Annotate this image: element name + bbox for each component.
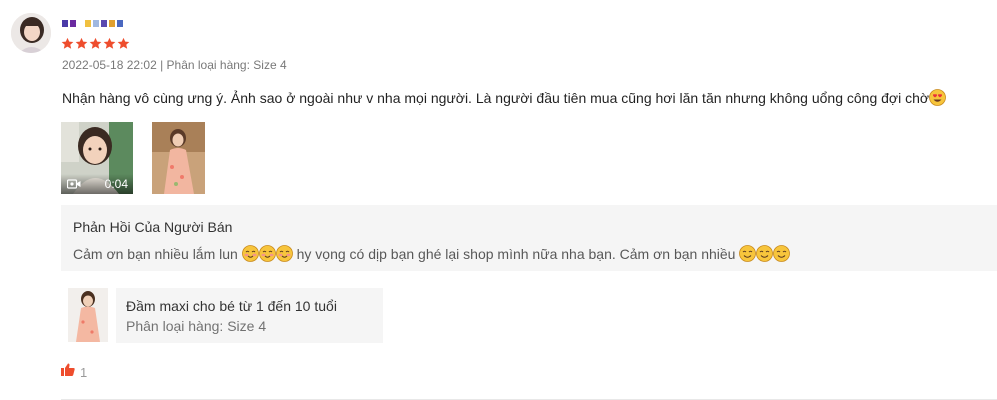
username-block (93, 20, 99, 27)
heart-eyes-emoji-icon (929, 89, 946, 110)
slight-smile-emoji-icon (739, 245, 757, 265)
product-thumbnail[interactable] (68, 288, 108, 342)
username-block (101, 20, 107, 27)
rating-stars (61, 37, 130, 50)
star-icon (61, 37, 74, 50)
star-icon (89, 37, 102, 50)
seller-reply-text-part2: hy vọng có dịp bạn ghé lại shop mình nữa… (296, 246, 736, 262)
username-block (62, 20, 68, 27)
like-button[interactable]: 1 (61, 363, 87, 381)
slight-smile-emoji-icon (773, 245, 791, 265)
smiling-face-emoji-icon (258, 245, 276, 265)
seller-reply-text: Cảm ơn bạn nhiều lắm lun hy vọng có dịp … (73, 245, 791, 265)
seller-reply-text-part1: Cảm ơn bạn nhiều lắm lun (73, 246, 238, 262)
smiling-face-emoji-icon (275, 245, 293, 265)
review-photo-thumbnail[interactable] (152, 122, 205, 194)
username-block (70, 20, 76, 27)
username-gap (78, 20, 83, 27)
smiling-face-emoji-icon (241, 245, 259, 265)
review-text: Nhận hàng vô cùng ưng ý. Ảnh sao ở ngoài… (62, 90, 930, 106)
star-icon (117, 37, 130, 50)
reviewer-username[interactable] (62, 20, 125, 28)
review-timestamp-variation: 2022-05-18 22:02 | Phân loại hàng: Size … (62, 58, 287, 72)
product-variation: Phân loại hàng: Size 4 (126, 318, 267, 334)
video-camera-icon (67, 179, 81, 189)
reviewer-avatar[interactable] (11, 13, 51, 53)
thumbs-up-icon (61, 363, 75, 381)
seller-reply-title: Phản Hồi Của Người Bán (73, 219, 233, 235)
star-icon (75, 37, 88, 50)
video-overlay-bar: 0:04 (61, 174, 133, 194)
username-block (109, 20, 115, 27)
product-name[interactable]: Đầm maxi cho bé từ 1 đến 10 tuổi (126, 298, 337, 314)
video-duration: 0:04 (104, 177, 128, 191)
slight-smile-emoji-icon (756, 245, 774, 265)
review-content: Nhận hàng vô cùng ưng ý. Ảnh sao ở ngoài… (62, 89, 946, 110)
username-block (117, 20, 123, 27)
seller-reply-panel: Phản Hồi Của Người Bán Cảm ơn bạn nhiều … (61, 205, 997, 271)
username-block (85, 20, 91, 27)
review-video-thumbnail[interactable]: 0:04 (61, 122, 133, 194)
like-count: 1 (80, 364, 88, 380)
star-icon (103, 37, 116, 50)
product-info-card[interactable]: Đầm maxi cho bé từ 1 đến 10 tuổi Phân lo… (116, 288, 383, 343)
